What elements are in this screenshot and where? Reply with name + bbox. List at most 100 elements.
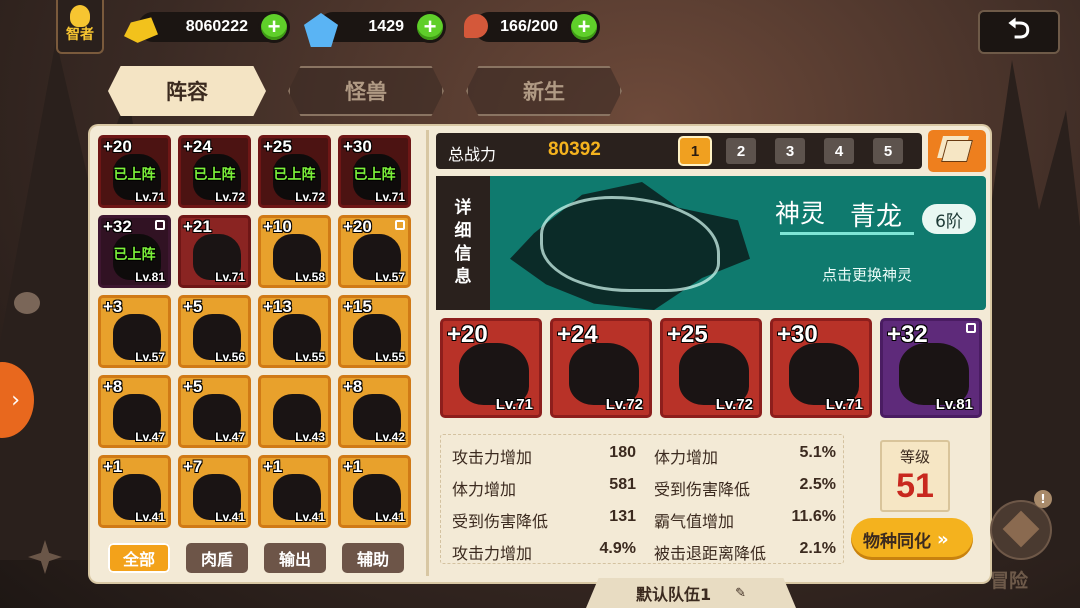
- back-button[interactable]: ⮌: [978, 10, 1060, 54]
- spirit-banner[interactable]: [436, 176, 986, 310]
- team-slot-4[interactable]: 4: [824, 138, 854, 164]
- monster-level: Lv.71: [375, 190, 405, 204]
- meat-drumstick-icon: [464, 14, 488, 38]
- level-box: 等级 51: [880, 440, 950, 512]
- stat-value: 180: [609, 444, 636, 461]
- roster-card[interactable]: +1 Lv.41: [338, 455, 411, 528]
- cards-download-icon: [941, 140, 973, 162]
- lineup-slot[interactable]: +20 Lv.71: [440, 318, 542, 418]
- monster-level: Lv.71: [215, 270, 245, 284]
- adventure-button[interactable]: [990, 500, 1052, 560]
- stat-name: 受到伤害降低: [654, 480, 751, 499]
- monster-level: Lv.41: [215, 510, 245, 524]
- change-spirit-hint[interactable]: 点击更换神灵: [822, 264, 912, 285]
- filter-dps-button[interactable]: 输出: [264, 543, 326, 573]
- roster-card[interactable]: +25 Lv.72 已上阵: [258, 135, 331, 208]
- enhance-level: +8: [103, 377, 123, 396]
- team-slot-1[interactable]: 1: [680, 138, 710, 164]
- filter-tank-button[interactable]: 肉盾: [186, 543, 248, 573]
- roster-card[interactable]: +24 Lv.72 已上阵: [178, 135, 251, 208]
- team-slot-4-label: 4: [834, 142, 844, 160]
- chevron-right-icon: ›: [11, 387, 20, 413]
- title-badge-label: 智者: [66, 27, 94, 43]
- monster-level: Lv.72: [605, 396, 643, 413]
- enhance-level: +3: [103, 297, 123, 316]
- gold-amount: 8060222: [185, 18, 248, 35]
- enhance-level: +21: [183, 217, 212, 236]
- lightbulb-icon: [70, 5, 90, 27]
- team-slot-3[interactable]: 3: [775, 138, 805, 164]
- team-slot-3-label: 3: [785, 142, 795, 160]
- filter-support-button[interactable]: 辅助: [342, 543, 404, 573]
- chat-icon[interactable]: [14, 292, 40, 314]
- roster-card[interactable]: +13 Lv.55: [258, 295, 331, 368]
- monster-level: Lv.57: [135, 350, 165, 364]
- add-stamina-button[interactable]: +: [568, 11, 600, 43]
- roster-card[interactable]: +30 Lv.71 已上阵: [338, 135, 411, 208]
- deployed-label: 已上阵: [113, 247, 156, 263]
- details-button[interactable]: 详细信息: [436, 176, 490, 310]
- stat-value: 4.9%: [599, 540, 636, 557]
- roster-card[interactable]: +8 Lv.47: [98, 375, 171, 448]
- spirit-type: 神灵: [775, 199, 826, 228]
- stat-name: 体力增加: [452, 480, 517, 499]
- add-gems-button[interactable]: +: [414, 11, 446, 43]
- team-name-tab[interactable]: 默认队伍1 ✎: [586, 578, 796, 608]
- deployed-label: 已上阵: [193, 167, 236, 183]
- tab-rebirth[interactable]: 新生: [466, 66, 622, 116]
- tab-lineup[interactable]: 阵容: [108, 66, 266, 116]
- roster-card[interactable]: +20 Lv.57: [338, 215, 411, 288]
- roster-card[interactable]: +5 Lv.56: [178, 295, 251, 368]
- monster-level: Lv.41: [135, 510, 165, 524]
- lineup-slot[interactable]: +24 Lv.72: [550, 318, 652, 418]
- stat-name: 攻击力增加: [452, 544, 533, 563]
- monster-level: Lv.41: [375, 510, 405, 524]
- tab-rebirth-label: 新生: [523, 80, 565, 104]
- lineup-slot[interactable]: +25 Lv.72: [660, 318, 762, 418]
- panel-divider: [426, 130, 429, 576]
- enhance-level: +8: [343, 377, 363, 396]
- enhance-level: +1: [343, 457, 363, 476]
- spirit-name-underline: [780, 232, 914, 235]
- roster-card[interactable]: +10 Lv.58: [258, 215, 331, 288]
- tab-monsters[interactable]: 怪兽: [288, 66, 444, 116]
- lineup-slot[interactable]: +32 Lv.81: [880, 318, 982, 418]
- stat-value: 581: [609, 476, 636, 493]
- monster-level: Lv.72: [215, 190, 245, 204]
- roster-card[interactable]: +1 Lv.41: [98, 455, 171, 528]
- roster-card[interactable]: +7 Lv.41: [178, 455, 251, 528]
- roster-card[interactable]: +5 Lv.47: [178, 375, 251, 448]
- roster-card[interactable]: +3 Lv.57: [98, 295, 171, 368]
- roster-card[interactable]: Lv.43: [258, 375, 331, 448]
- spirit-name: 青龙: [850, 202, 903, 232]
- return-arrow-icon: ⮌: [1007, 12, 1031, 45]
- gem-amount: 1429: [368, 18, 404, 35]
- enhance-level: +5: [183, 297, 203, 316]
- stat-name: 霸气值增加: [654, 512, 735, 531]
- stat-value: 11.6%: [791, 508, 836, 525]
- monster-level: Lv.43: [295, 430, 325, 444]
- roster-card[interactable]: +1 Lv.41: [258, 455, 331, 528]
- enhance-level: +20: [447, 321, 488, 348]
- title-badge[interactable]: 智者: [56, 0, 104, 54]
- spirit-rank-label: 6阶: [935, 211, 963, 232]
- filter-all-button[interactable]: 全部: [108, 543, 170, 573]
- roster-card[interactable]: +21 Lv.71: [178, 215, 251, 288]
- roster-card[interactable]: +32 Lv.81 已上阵: [98, 215, 171, 288]
- add-gold-button[interactable]: +: [258, 11, 290, 43]
- monster-level: Lv.42: [375, 430, 405, 444]
- enhance-level: +24: [183, 137, 212, 156]
- team-slot-2[interactable]: 2: [726, 138, 756, 164]
- species-assimilate-button[interactable]: 物种同化 »: [851, 518, 973, 560]
- monster-level: Lv.47: [135, 430, 165, 444]
- monster-level: Lv.71: [135, 190, 165, 204]
- team-settings-button[interactable]: [928, 130, 986, 172]
- roster-card[interactable]: +8 Lv.42: [338, 375, 411, 448]
- roster-card[interactable]: +15 Lv.55: [338, 295, 411, 368]
- lineup-slot[interactable]: +30 Lv.71: [770, 318, 872, 418]
- details-label: 详细信息: [454, 198, 472, 287]
- roster-card[interactable]: +20 Lv.71 已上阵: [98, 135, 171, 208]
- level-label: 等级: [899, 448, 930, 466]
- gold-counter: 8060222 +: [124, 11, 290, 43]
- team-slot-5[interactable]: 5: [873, 138, 903, 164]
